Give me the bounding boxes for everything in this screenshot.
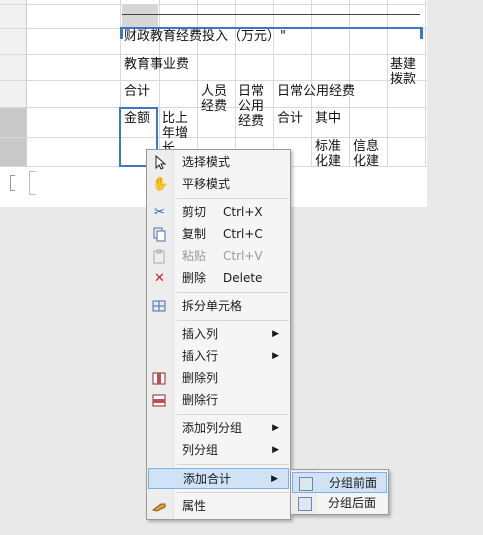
menu-item-delete[interactable]: ✕ 删除 Delete xyxy=(148,268,289,289)
delete-x-icon: ✕ xyxy=(154,271,165,286)
scissors-icon: ✂ xyxy=(154,205,165,220)
submenu-item-group-before[interactable]: 分组前面 xyxy=(292,472,387,493)
submenu-arrow-icon: ▶ xyxy=(271,474,278,484)
cell-daily-public-expense[interactable]: 日常公用经费 xyxy=(277,84,355,99)
menu-item-copy[interactable]: 复制 Ctrl+C xyxy=(148,224,289,245)
menu-item-split-cells[interactable]: 拆分单元格 xyxy=(148,296,289,317)
header-rule xyxy=(122,14,420,15)
menu-item-insert-row[interactable]: 插入行 ▶ xyxy=(148,346,289,367)
menu-item-delete-row[interactable]: 删除行 xyxy=(148,390,289,411)
menu-item-label: 剪切 xyxy=(182,205,207,219)
grid-line xyxy=(0,54,427,55)
menu-item-label: 插入行 xyxy=(182,349,219,363)
cell-personnel[interactable]: 人员 经费 xyxy=(201,84,227,114)
grid-line xyxy=(0,4,427,5)
hand-icon: ✋ xyxy=(152,177,169,192)
copy-icon xyxy=(152,227,167,242)
add-total-submenu: 分组前面 分组后面 xyxy=(290,469,389,515)
cell-basic-construction[interactable]: 基建 拨款 xyxy=(390,57,416,87)
menu-item-add-total[interactable]: 添加合计 ▶ xyxy=(148,468,289,489)
menu-item-paste[interactable]: 粘贴 Ctrl+V xyxy=(148,246,289,267)
menu-item-shortcut: Delete xyxy=(223,271,263,285)
menu-item-label: 平移模式 xyxy=(182,177,231,191)
menu-item-shortcut: Ctrl+C xyxy=(223,227,263,241)
group-before-icon xyxy=(299,477,313,491)
menu-item-label: 复制 xyxy=(182,227,207,241)
grid-line xyxy=(0,137,427,138)
band-bracket xyxy=(29,171,36,195)
submenu-arrow-icon: ▶ xyxy=(272,329,279,339)
cell-total[interactable]: 合计 xyxy=(277,111,303,126)
cell-standardization[interactable]: 标准 化建 xyxy=(315,139,341,169)
menu-separator xyxy=(177,414,289,415)
title-cell-border xyxy=(420,27,423,39)
menu-item-label: 粘贴 xyxy=(182,249,207,263)
menu-separator xyxy=(177,464,289,465)
submenu-arrow-icon: ▶ xyxy=(272,351,279,361)
menu-item-label: 添加合计 xyxy=(183,472,232,486)
menu-item-label: 添加列分组 xyxy=(182,421,243,435)
cell-among[interactable]: 其中 xyxy=(315,111,341,126)
menu-item-insert-column[interactable]: 插入列 ▶ xyxy=(148,324,289,345)
delete-row-icon xyxy=(152,393,167,408)
cursor-icon xyxy=(152,154,167,170)
menu-item-properties[interactable]: 属性 xyxy=(148,496,289,517)
cell-title[interactable]: 财政教育经费投入（万元）" xyxy=(124,29,286,44)
cell-subtotal[interactable]: 合计 xyxy=(124,84,150,99)
cell-daily-public[interactable]: 日常 公用 经费 xyxy=(238,84,264,129)
menu-separator xyxy=(177,492,289,493)
submenu-arrow-icon: ▶ xyxy=(272,445,279,455)
menu-item-label: 选择模式 xyxy=(182,155,231,169)
context-menu: 选择模式 ✋ 平移模式 ✂ 剪切 Ctrl+X 复制 Ctrl+C 粘贴 Ctr… xyxy=(146,149,291,520)
menu-item-label: 删除 xyxy=(182,271,207,285)
menu-item-pan-mode[interactable]: ✋ 平移模式 xyxy=(148,174,289,195)
menu-item-shortcut: Ctrl+V xyxy=(223,249,263,263)
menu-item-label: 插入列 xyxy=(182,327,219,341)
menu-item-select-mode[interactable]: 选择模式 xyxy=(148,152,289,173)
menu-item-label: 拆分单元格 xyxy=(182,299,243,313)
menu-item-label: 属性 xyxy=(182,499,207,513)
menu-item-label: 删除行 xyxy=(182,393,219,407)
submenu-arrow-icon: ▶ xyxy=(272,423,279,433)
menu-separator xyxy=(177,198,289,199)
title-cell-border xyxy=(120,27,123,39)
menu-item-label: 列分组 xyxy=(182,443,219,457)
menu-item-add-column-group[interactable]: 添加列分组 ▶ xyxy=(148,418,289,439)
grid-line xyxy=(0,80,427,81)
menu-separator xyxy=(177,320,289,321)
delete-column-icon xyxy=(152,371,167,386)
properties-icon xyxy=(151,499,167,514)
menu-item-column-group[interactable]: 列分组 ▶ xyxy=(148,440,289,461)
submenu-item-label: 分组后面 xyxy=(328,496,377,510)
menu-item-label: 删除列 xyxy=(182,371,219,385)
submenu-item-group-after[interactable]: 分组后面 xyxy=(292,493,387,514)
cell-edu-business[interactable]: 教育事业费 xyxy=(124,57,189,72)
menu-item-cut[interactable]: ✂ 剪切 Ctrl+X xyxy=(148,202,289,223)
menu-item-delete-column[interactable]: 删除列 xyxy=(148,368,289,389)
cell-informatization[interactable]: 信息 化建 xyxy=(353,139,379,169)
band-marker xyxy=(10,175,15,191)
column-header-selected xyxy=(122,4,158,28)
submenu-item-label: 分组前面 xyxy=(329,476,378,490)
menu-separator xyxy=(177,292,289,293)
split-cells-icon xyxy=(152,299,167,314)
group-after-icon xyxy=(298,497,312,511)
menu-item-shortcut: Ctrl+X xyxy=(223,205,263,219)
paste-icon xyxy=(152,249,167,264)
